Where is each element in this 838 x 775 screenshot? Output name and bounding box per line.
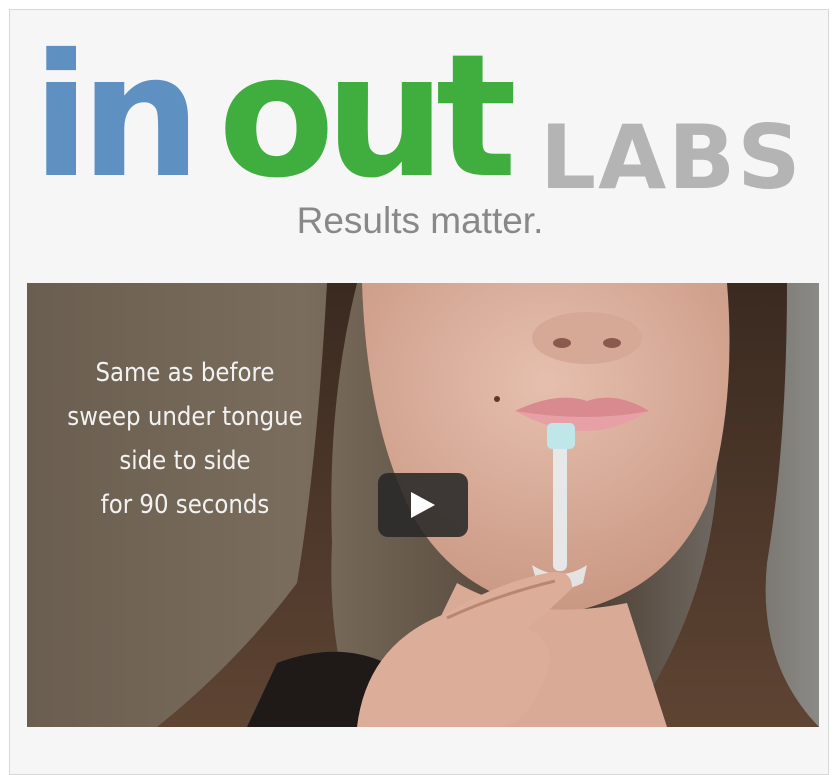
caption-line-1: Same as before — [95, 358, 275, 388]
inout-labs-logo: in out LABS — [32, 32, 822, 202]
caption-line-2: sweep under tongue — [67, 402, 303, 432]
video-caption: Same as before sweep under tongue side t… — [62, 351, 308, 527]
logo-out: out — [218, 18, 517, 216]
tagline: Results matter. — [296, 200, 544, 241]
logo-in: in — [32, 18, 201, 216]
logo-labs: LABS — [540, 106, 803, 209]
page-frame: in out LABS Results matter. Same as befo… — [9, 9, 829, 775]
play-icon — [411, 492, 435, 518]
caption-line-4: for 90 seconds — [100, 490, 270, 520]
caption-line-3: side to side — [119, 446, 251, 476]
video-player[interactable]: Same as before sweep under tongue side t… — [27, 283, 819, 727]
play-button[interactable] — [378, 473, 468, 537]
